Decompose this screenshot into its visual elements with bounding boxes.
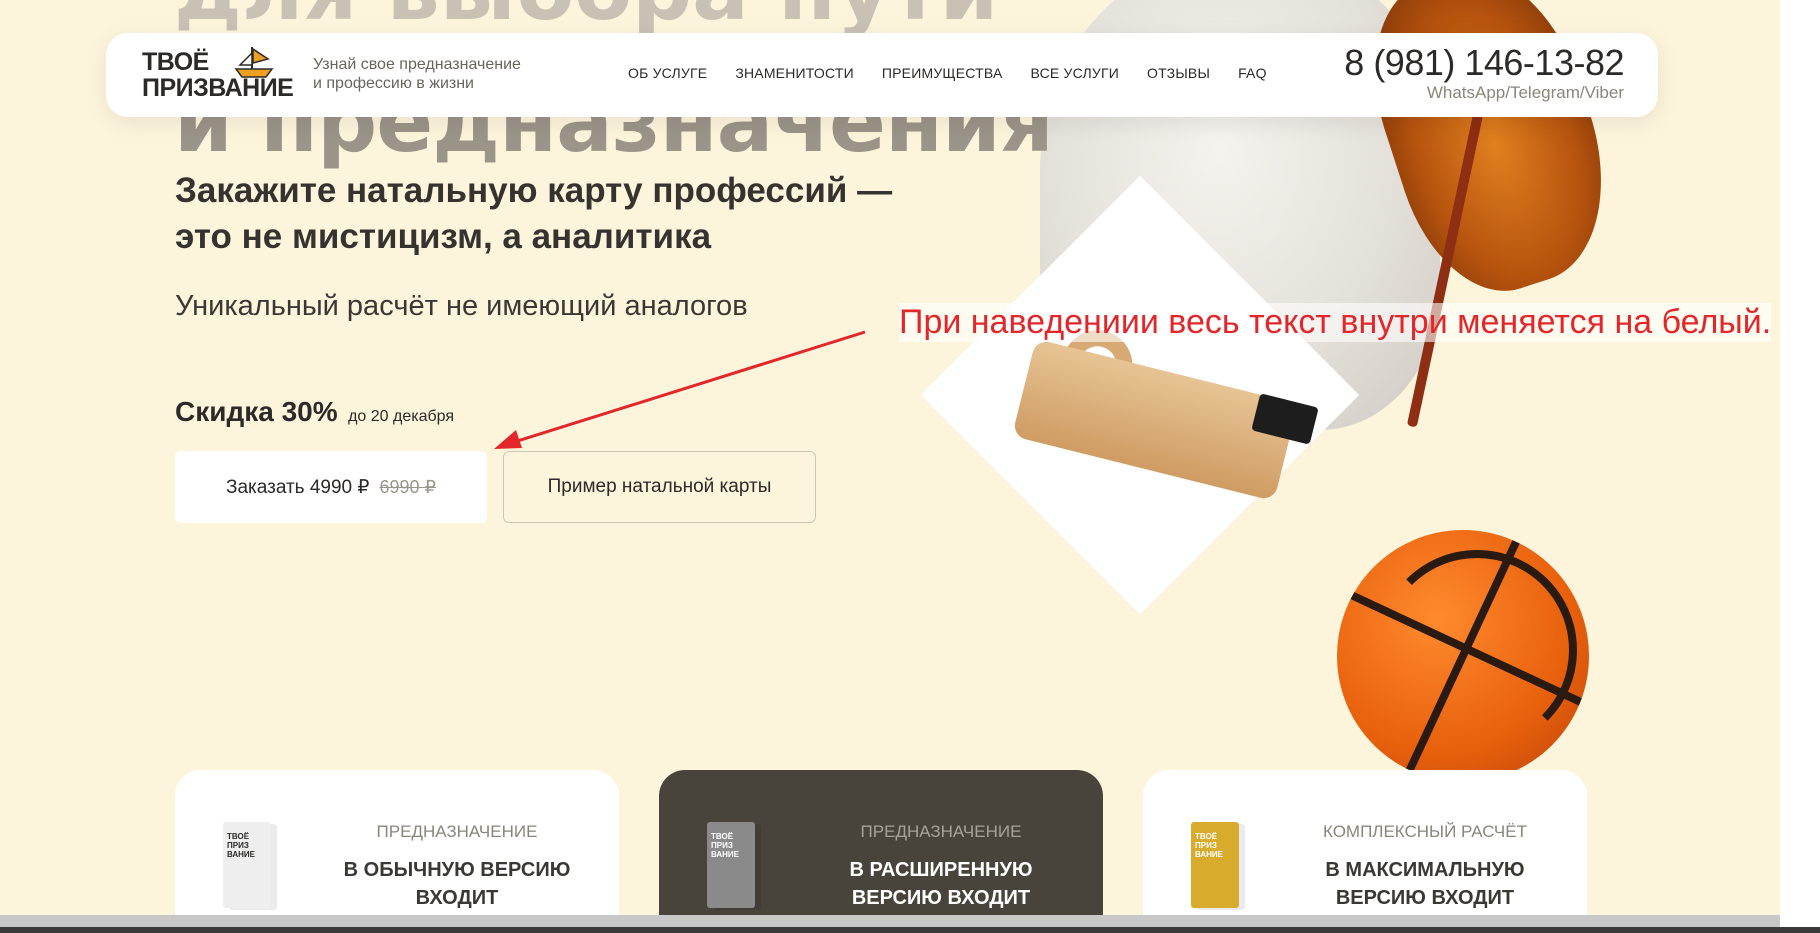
nav-celebrities[interactable]: ЗНАМЕНИТОСТИ — [735, 65, 854, 81]
contact-phone: 8 (981) 146-13-82 WhatsApp/Telegram/Vibe… — [1344, 43, 1624, 103]
boat-icon — [234, 47, 274, 78]
hero-subtitle-line-1: Закажите натальную карту профессий — — [175, 171, 893, 210]
card-title-line-1: В РАСШИРЕННУЮ — [849, 859, 1033, 881]
card-title: В РАСШИРЕННУЮ ВЕРСИЮ ВХОДИТ — [659, 856, 1103, 912]
site-header: ТВОЁ ПРИЗВАНИЕ Узнай свое предназначение… — [106, 33, 1658, 117]
service-card-extended[interactable]: ТВОЁ ПРИЗ ВАНИЕ ПРЕДНАЗНАЧЕНИЕ В РАСШИРЕ… — [659, 770, 1103, 915]
card-title-line-1: В МАКСИМАЛЬНУЮ — [1325, 859, 1525, 881]
nav-faq[interactable]: FAQ — [1238, 65, 1267, 81]
landing-page: для выбора пути и предназначения ТВОЁ ПР… — [0, 0, 1780, 915]
logo-line-1: ТВОЁ — [142, 48, 209, 76]
hero-subtitle: Закажите натальную карту профессий — это… — [175, 168, 995, 260]
card-kicker: КОМПЛЕКСНЫЙ РАСЧЁТ — [1322, 822, 1527, 841]
discount-amount: Скидка 30% — [175, 396, 338, 427]
header-tagline: Узнай свое предназначение и профессию в … — [313, 55, 563, 93]
card-title-line-2: ВЕРСИЮ ВХОДИТ — [851, 887, 1031, 909]
discount-info: Скидка 30% до 20 декабря — [175, 396, 454, 428]
discount-deadline: до 20 декабря — [348, 408, 455, 425]
horizontal-scrollbar[interactable] — [0, 915, 1780, 927]
card-title-line-2: ВЕРСИЮ ВХОДИТ — [1335, 887, 1515, 909]
logo[interactable]: ТВОЁ ПРИЗВАНИЕ — [142, 47, 302, 105]
annotation-arrow — [494, 330, 866, 449]
nav-about-service[interactable]: ОБ УСЛУГЕ — [628, 65, 707, 81]
card-title-line-2: ВХОДИТ — [415, 887, 499, 909]
nav-reviews[interactable]: ОТЗЫВЫ — [1147, 65, 1210, 81]
service-card-basic[interactable]: ТВОЁ ПРИЗ ВАНИЕ ПРЕДНАЗНАЧЕНИЕ В ОБЫЧНУЮ… — [175, 770, 619, 915]
card-title: В ОБЫЧНУЮ ВЕРСИЮ ВХОДИТ — [175, 856, 619, 912]
order-old-price: 6990 ₽ — [379, 476, 437, 497]
basketball-image — [1337, 530, 1589, 782]
page-right-margin — [1780, 0, 1820, 927]
card-kicker: ПРЕДНАЗНАЧЕНИЕ — [376, 822, 538, 841]
phone-number-link[interactable]: 8 (981) 146-13-82 — [1344, 43, 1624, 83]
main-nav: ОБ УСЛУГЕ ЗНАМЕНИТОСТИ ПРЕИМУЩЕСТВА ВСЕ … — [628, 65, 1295, 81]
nav-advantages[interactable]: ПРЕИМУЩЕСТВА — [882, 65, 1003, 81]
card-kicker: ПРЕДНАЗНАЧЕНИЕ — [860, 822, 1022, 841]
messengers-label: WhatsApp/Telegram/Viber — [1426, 83, 1624, 102]
tagline-line-2: и профессию в жизни — [313, 75, 474, 92]
annotation-note: При наведениии весь текст внутри меняетс… — [899, 303, 1772, 342]
order-button[interactable]: Заказать 4990 ₽ 6990 ₽ — [175, 451, 487, 523]
nav-all-services[interactable]: ВСЕ УСЛУГИ — [1031, 65, 1119, 81]
service-card-maximum[interactable]: ТВОЁ ПРИЗ ВАНИЕ КОМПЛЕКСНЫЙ РАСЧЁТ В МАК… — [1143, 770, 1587, 915]
card-title-line-1: В ОБЫЧНУЮ ВЕРСИЮ — [343, 859, 571, 881]
example-chart-button[interactable]: Пример натальной карты — [503, 451, 816, 523]
bottom-bar — [0, 927, 1820, 933]
hero-subtitle-line-2: это не мистицизм, а аналитика — [175, 217, 712, 256]
card-title: В МАКСИМАЛЬНУЮ ВЕРСИЮ ВХОДИТ — [1143, 856, 1587, 912]
hero-lead: Уникальный расчёт не имеющий аналогов — [175, 290, 748, 322]
tagline-line-1: Узнай свое предназначение — [313, 56, 521, 73]
order-button-label: Заказать 4990 ₽ — [225, 476, 370, 498]
hero-background-title-top: для выбора пути — [174, 0, 998, 32]
